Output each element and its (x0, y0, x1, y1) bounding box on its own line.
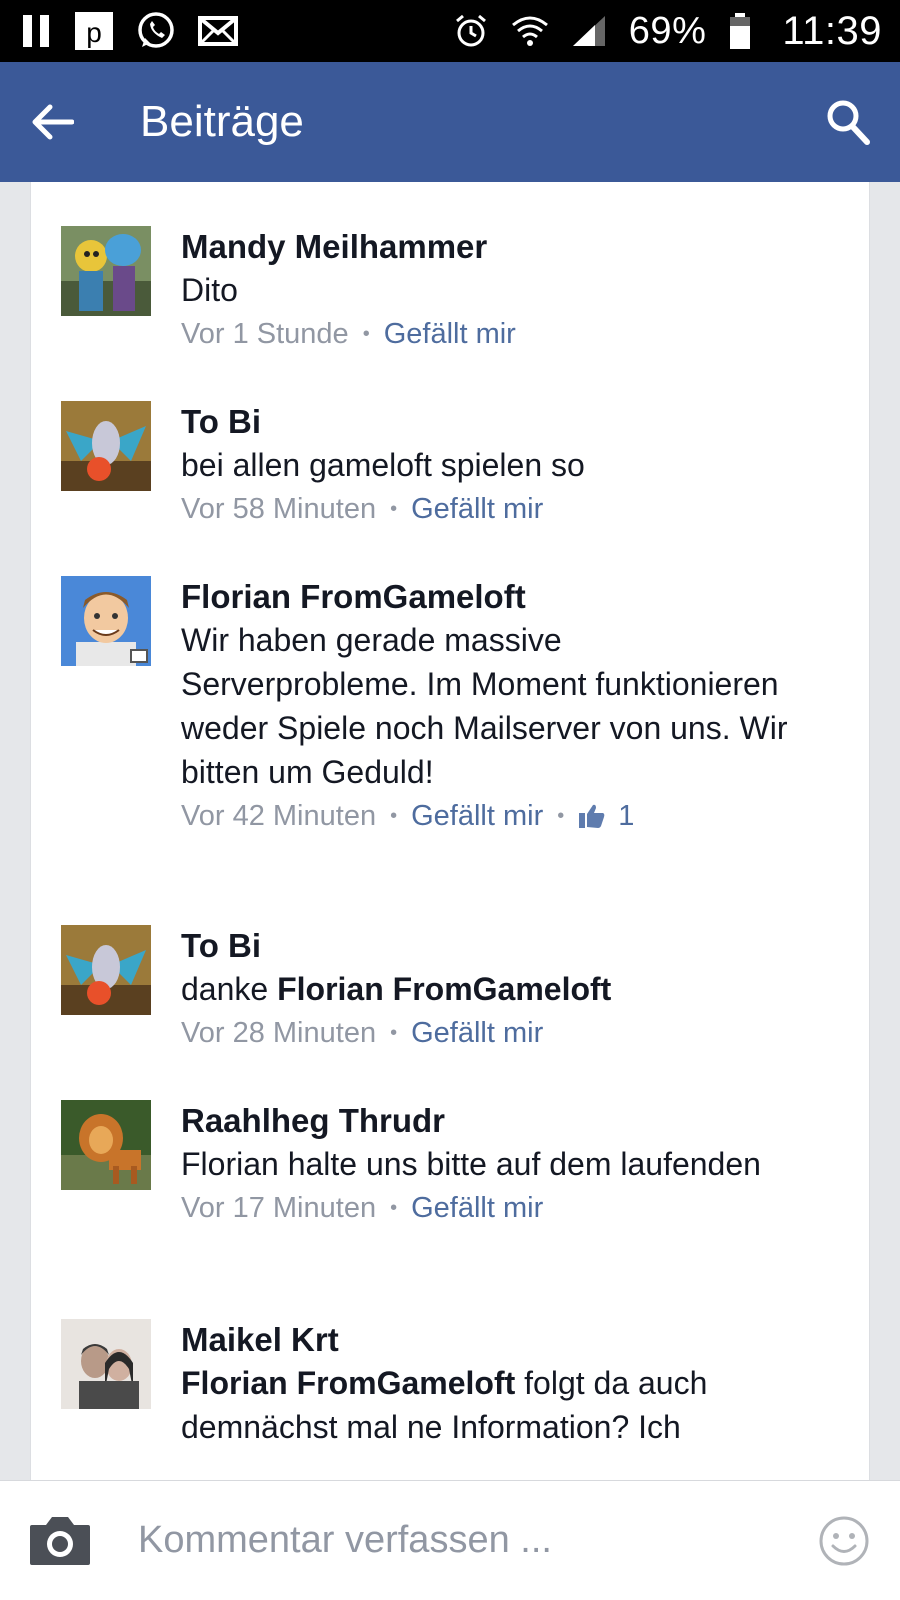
app-bar: Beiträge (0, 62, 900, 182)
comment-author[interactable]: Florian FromGameloft (181, 576, 801, 618)
comment-time: Vor 28 Minuten (181, 1017, 377, 1049)
avatar[interactable] (61, 925, 151, 1015)
like-link[interactable]: Gefällt mir (411, 1013, 543, 1053)
comment-time: Vor 17 Minuten (181, 1192, 377, 1224)
comment-author[interactable]: To Bi (181, 401, 801, 443)
comment-text: Dito (181, 272, 238, 308)
avatar[interactable] (61, 226, 151, 316)
separator-dot: • (390, 805, 398, 827)
like-count-thumb-icon (578, 803, 606, 829)
comment-time: Vor 1 Stunde (181, 318, 349, 350)
battery-percent: 69% (628, 9, 707, 52)
battery-icon (728, 12, 752, 50)
like-count[interactable]: 1 (618, 796, 634, 836)
comment-input[interactable] (138, 1519, 818, 1562)
comment-text: bei allen gameloft spielen so (181, 447, 585, 483)
pause-icon (22, 14, 52, 48)
comment-meta: Vor 17 Minuten • Gefällt mir (181, 1188, 801, 1228)
camera-button[interactable] (28, 1515, 92, 1567)
mention-link[interactable]: Florian FromGameloft (181, 1365, 515, 1401)
comment-text: Florian FromGameloft folgt da auch demnä… (181, 1361, 801, 1449)
avatar[interactable] (61, 1100, 151, 1190)
mail-icon (198, 15, 238, 47)
clock: 11:39 (782, 8, 882, 53)
comment-text: Florian halte uns bitte auf dem laufende… (181, 1146, 761, 1182)
emoji-button[interactable] (818, 1515, 870, 1567)
separator-dot: • (390, 1022, 398, 1044)
comment-time: Vor 58 Minuten (181, 493, 377, 525)
comment-meta: Vor 1 Stunde • Gefällt mir (181, 314, 801, 354)
like-link[interactable]: Gefällt mir (411, 1188, 543, 1228)
separator-dot: • (362, 323, 370, 345)
comment-text: Wir haben gerade massive Serverprobleme.… (181, 622, 788, 790)
like-link[interactable]: Gefällt mir (411, 489, 543, 529)
avatar[interactable] (61, 576, 151, 666)
app-p-icon: p (74, 11, 114, 51)
separator-dot: • (390, 498, 398, 520)
svg-text:p: p (86, 17, 102, 48)
signal-icon (571, 14, 607, 48)
smiley-icon (819, 1516, 869, 1565)
separator-dot: • (557, 805, 565, 827)
status-system: 69% 11:39 (453, 9, 882, 54)
avatar[interactable] (61, 1319, 151, 1409)
comments-list[interactable]: Mandy Meilhammer Dito Vor 1 Stunde • Gef… (30, 182, 870, 1480)
comment-meta: Vor 28 Minuten • Gefällt mir (181, 1013, 801, 1053)
comment-composer (0, 1480, 900, 1600)
camera-icon (30, 1516, 90, 1565)
like-link[interactable]: Gefällt mir (411, 796, 543, 836)
comment-author[interactable]: Raahlheg Thrudr (181, 1100, 801, 1142)
like-link[interactable]: Gefällt mir (384, 314, 516, 354)
wifi-icon (511, 13, 549, 49)
search-icon (827, 100, 870, 145)
page-title: Beiträge (140, 97, 304, 146)
comment-author[interactable]: Mandy Meilhammer (181, 226, 801, 268)
alarm-icon (453, 13, 489, 49)
mention-link[interactable]: Florian FromGameloft (277, 971, 611, 1007)
comment-meta: Vor 58 Minuten • Gefällt mir (181, 489, 801, 529)
status-notifications: p (22, 11, 238, 51)
comment-meta: Vor 42 Minuten • Gefällt mir • 1 (181, 796, 801, 836)
separator-dot: • (390, 1197, 398, 1219)
comment-time: Vor 42 Minuten (181, 800, 377, 832)
comment-author[interactable]: To Bi (181, 925, 801, 967)
avatar[interactable] (61, 401, 151, 491)
comment-text: danke Florian FromGameloft (181, 967, 801, 1011)
comment-author[interactable]: Maikel Krt (181, 1319, 801, 1361)
status-bar: p 69% 11:39 (0, 0, 900, 62)
back-button[interactable] (30, 62, 120, 182)
search-button[interactable] (780, 62, 870, 182)
back-arrow-icon (32, 104, 74, 140)
whatsapp-icon (136, 11, 176, 51)
comment-text-prefix: danke (181, 971, 278, 1007)
